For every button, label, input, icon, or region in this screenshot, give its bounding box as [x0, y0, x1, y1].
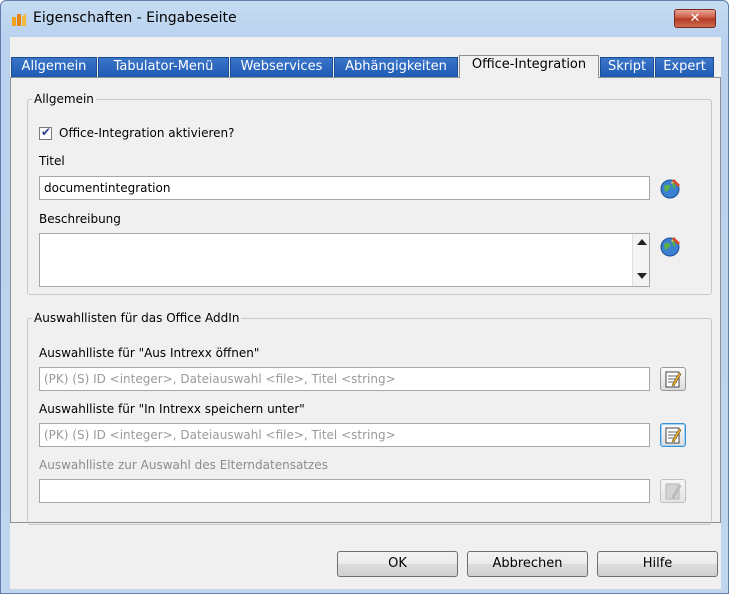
save-list-select-button[interactable]	[660, 423, 686, 447]
list-edit-icon	[665, 427, 682, 444]
parent-list-input	[39, 479, 650, 503]
selection-lists-group: Auswahllisten für das Office AddIn Auswa…	[27, 311, 712, 525]
description-scrollbar[interactable]	[632, 234, 649, 286]
close-button[interactable]: ✕	[674, 9, 716, 28]
title-input[interactable]: documentintegration	[39, 176, 650, 200]
selection-lists-group-label: Auswahllisten für das Office AddIn	[32, 311, 242, 325]
dialog-client-area: Allgemein Tabulator-Menü Webservices Abh…	[10, 37, 721, 589]
scroll-down-icon[interactable]	[637, 273, 647, 279]
list-edit-icon	[665, 371, 682, 388]
globe-edit-icon[interactable]	[659, 234, 683, 258]
office-integration-checkbox-label[interactable]: Office-Integration aktivieren?	[59, 126, 234, 140]
open-list-select-button[interactable]	[660, 367, 686, 391]
general-group-label: Allgemein	[32, 92, 96, 106]
help-button[interactable]: Hilfe	[597, 551, 718, 577]
tab-webservices[interactable]: Webservices	[230, 57, 333, 77]
list-edit-icon	[665, 483, 682, 500]
parent-list-select-button	[660, 479, 686, 503]
tab-tabulator-menu[interactable]: Tabulator-Menü	[98, 57, 229, 77]
office-integration-checkbox[interactable]: ✔	[39, 125, 52, 140]
tab-allgemein[interactable]: Allgemein	[11, 57, 97, 77]
title-label: Titel	[39, 154, 65, 168]
ok-button[interactable]: OK	[337, 551, 458, 577]
tab-strip: Allgemein Tabulator-Menü Webservices Abh…	[10, 55, 721, 78]
window-title: Eigenschaften - Eingabeseite	[33, 10, 237, 26]
app-icon	[12, 13, 26, 26]
parent-list-label: Auswahlliste zur Auswahl des Elterndaten…	[39, 458, 328, 472]
checkmark-icon: ✔	[41, 125, 52, 139]
tab-office-integration[interactable]: Office-Integration	[459, 55, 599, 78]
description-textarea[interactable]	[39, 233, 650, 287]
save-list-label: Auswahlliste für "In Intrexx speichern u…	[39, 402, 305, 416]
description-label: Beschreibung	[39, 212, 121, 226]
open-list-input[interactable]: (PK) (S) ID <integer>, Dateiauswahl <fil…	[39, 367, 650, 391]
tab-panel-office-integration: Allgemein ✔ Office-Integration aktiviere…	[10, 77, 721, 525]
tab-skript[interactable]: Skript	[600, 57, 654, 77]
globe-edit-icon[interactable]	[659, 176, 683, 200]
tab-abhaengigkeiten[interactable]: Abhängigkeiten	[334, 57, 458, 77]
save-list-input[interactable]: (PK) (S) ID <integer>, Dateiauswahl <fil…	[39, 423, 650, 447]
scroll-up-icon[interactable]	[637, 239, 647, 245]
tab-expert[interactable]: Expert	[655, 57, 714, 77]
open-list-label: Auswahlliste für "Aus Intrexx öffnen"	[39, 346, 260, 360]
properties-dialog: Eigenschaften - Eingabeseite ✕ Allgemein…	[0, 0, 729, 594]
cancel-button[interactable]: Abbrechen	[467, 551, 588, 577]
general-group: Allgemein ✔ Office-Integration aktiviere…	[27, 92, 712, 295]
title-bar[interactable]: Eigenschaften - Eingabeseite ✕	[1, 1, 728, 37]
